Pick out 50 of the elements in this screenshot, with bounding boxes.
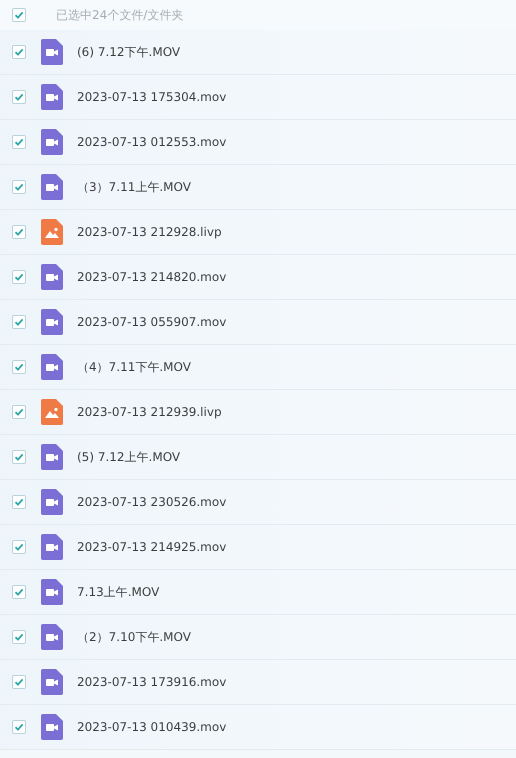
checkbox[interactable] [12,180,26,194]
checkbox[interactable] [12,720,26,734]
checkbox[interactable] [12,315,26,329]
file-name[interactable]: 2023-07-13 173916.mov [77,673,226,691]
checkbox[interactable] [12,405,26,419]
video-file-icon [41,129,63,155]
video-file-icon [41,714,63,740]
checkbox[interactable] [12,270,26,284]
file-name[interactable]: 2023-07-13 212939.livp [77,403,222,421]
file-name[interactable]: 2023-07-13 010439.mov [77,718,226,736]
file-name[interactable]: 2023-07-13 214925.mov [77,538,226,556]
checkbox[interactable] [12,135,26,149]
checkbox[interactable] [12,45,26,59]
checkbox[interactable] [12,360,26,374]
file-name[interactable]: 2023-07-13 175304.mov [77,88,226,106]
video-file-icon [41,579,63,605]
video-file-icon [41,624,63,650]
checkbox[interactable] [12,450,26,464]
file-name[interactable]: (5) 7.12上午.MOV [77,448,180,466]
checkbox[interactable] [12,8,26,22]
file-name[interactable]: 7.13上午.MOV [77,583,160,601]
checkbox[interactable] [12,675,26,689]
image-file-icon [41,399,63,425]
file-name[interactable]: 2023-07-13 012553.mov [77,133,226,151]
file-name[interactable]: 2023-07-13 214820.mov [77,268,226,286]
video-file-icon [41,84,63,110]
checkbox[interactable] [12,630,26,644]
video-file-icon [41,39,63,65]
checkbox[interactable] [12,585,26,599]
video-file-icon [41,669,63,695]
file-name[interactable]: （2）7.10下午.MOV [77,628,191,646]
file-name[interactable]: （3）7.11上午.MOV [77,178,191,196]
file-name[interactable]: 2023-07-13 055907.mov [77,313,226,331]
file-name[interactable]: （4）7.11下午.MOV [77,358,191,376]
file-name[interactable]: 2023-07-13 212928.livp [77,223,222,241]
video-file-icon [41,309,63,335]
image-file-icon [41,219,63,245]
video-file-icon [41,264,63,290]
selection-count: 已选中24个文件/文件夹 [56,7,184,24]
video-file-icon [41,534,63,560]
video-file-icon [41,174,63,200]
checkbox[interactable] [12,495,26,509]
checkbox[interactable] [12,225,26,239]
video-file-icon [41,354,63,380]
file-name[interactable]: (6) 7.12下午.MOV [77,43,180,61]
video-file-icon [41,489,63,515]
file-name[interactable]: 2023-07-13 230526.mov [77,493,226,511]
video-file-icon [41,444,63,470]
checkbox[interactable] [12,90,26,104]
checkbox[interactable] [12,540,26,554]
